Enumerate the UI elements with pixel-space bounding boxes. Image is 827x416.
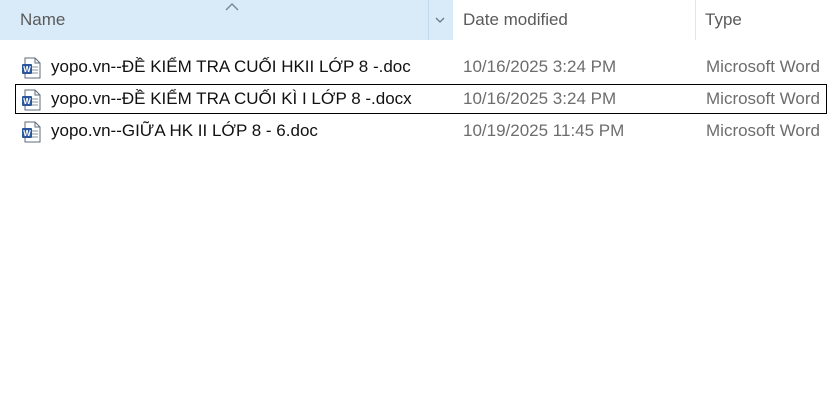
file-row[interactable]: W yopo.vn--GIỮA HK II LỚP 8 - 6.doc 10/1… — [15, 116, 827, 146]
file-row[interactable]: W yopo.vn--ĐỀ KIỂM TRA CUỐI KÌ I LỚP 8 -… — [15, 84, 827, 114]
word-document-icon: W — [22, 57, 41, 79]
column-header-date-label: Date modified — [463, 10, 568, 29]
word-document-icon: W — [22, 89, 41, 111]
file-type: Microsoft Word — [706, 121, 820, 140]
column-header-type-label: Type — [705, 10, 742, 29]
file-name: yopo.vn--ĐỀ KIỂM TRA CUỐI KÌ I LỚP 8 -.d… — [51, 89, 412, 108]
file-explorer-details-view: Name Date modified Type W yopo.vn--ĐỀ KI… — [0, 0, 827, 416]
file-name: yopo.vn--ĐỀ KIỂM TRA CUỐI HKII LỚP 8 -.d… — [51, 57, 411, 76]
svg-text:W: W — [23, 129, 31, 138]
column-header-name-label: Name — [20, 10, 66, 29]
svg-text:W: W — [23, 97, 31, 106]
file-row[interactable]: W yopo.vn--ĐỀ KIỂM TRA CUỐI HKII LỚP 8 -… — [15, 52, 827, 82]
column-header-type[interactable]: Type — [696, 0, 827, 40]
chevron-down-icon — [435, 17, 444, 23]
file-date-modified: 10/16/2025 3:24 PM — [463, 89, 617, 108]
file-date-modified: 10/19/2025 11:45 PM — [463, 121, 625, 140]
word-document-icon: W — [22, 121, 41, 143]
file-name: yopo.vn--GIỮA HK II LỚP 8 - 6.doc — [51, 121, 318, 140]
file-type: Microsoft Word — [706, 57, 820, 76]
sort-ascending-icon — [225, 3, 239, 11]
column-header-date-modified[interactable]: Date modified — [453, 0, 696, 40]
column-header-name[interactable]: Name — [0, 0, 453, 40]
file-type: Microsoft Word — [706, 89, 820, 108]
svg-text:W: W — [23, 65, 31, 74]
column-filter-dropdown-button[interactable] — [428, 0, 450, 40]
column-header-bar: Name Date modified Type — [0, 0, 827, 40]
file-date-modified: 10/16/2025 3:24 PM — [463, 57, 617, 76]
